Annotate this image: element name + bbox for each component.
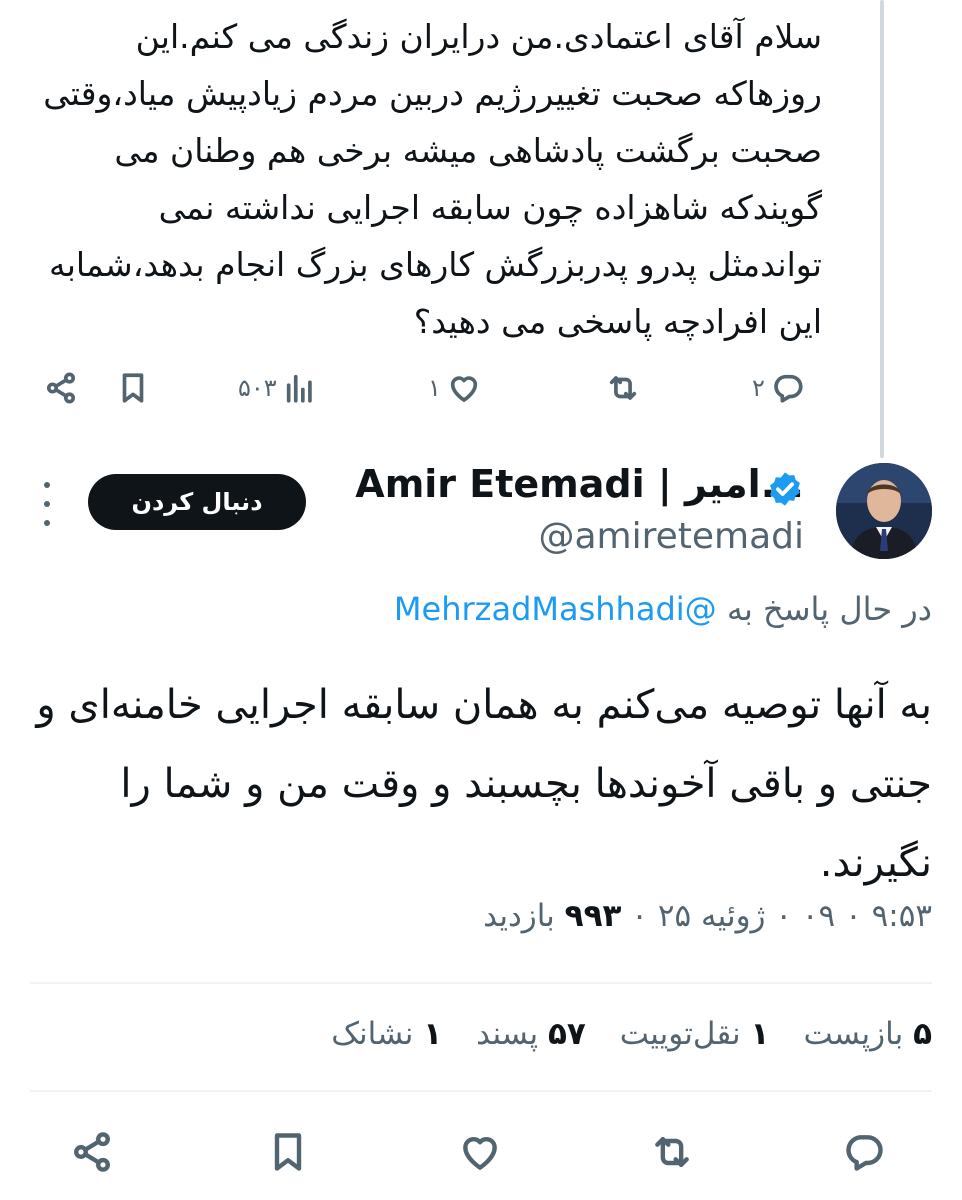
parent-tweet-text: سلام آقای اعتمادی.من درایران زندگی می کن… bbox=[43, 17, 822, 341]
author-display-name[interactable]: Amir Etemadi | امیر... bbox=[355, 462, 804, 506]
reposts-count: ۵ bbox=[913, 1016, 932, 1052]
divider bbox=[30, 1090, 932, 1092]
parent-reply-button[interactable]: ۲ bbox=[752, 364, 805, 412]
bookmark-icon bbox=[274, 1133, 302, 1171]
parent-like-button[interactable]: ۱ bbox=[428, 364, 481, 412]
parent-likes-count: ۱ bbox=[428, 374, 441, 402]
like-button[interactable] bbox=[458, 1128, 502, 1176]
reply-icon bbox=[846, 1135, 883, 1171]
share-button[interactable] bbox=[70, 1128, 114, 1176]
reply-icon bbox=[774, 374, 803, 403]
like-icon bbox=[463, 1137, 497, 1170]
tweet-views-label: بازدید bbox=[483, 898, 555, 934]
reply-button[interactable] bbox=[842, 1128, 886, 1176]
parent-views-button[interactable]: ۵۰۳ bbox=[238, 364, 317, 412]
parent-share-button[interactable] bbox=[44, 364, 78, 412]
reposts-stat[interactable]: ۵ بازپست bbox=[803, 1016, 932, 1052]
parent-views-count: ۵۰۳ bbox=[238, 374, 277, 402]
reposts-label: بازپست bbox=[803, 1016, 904, 1052]
share-icon bbox=[46, 372, 76, 404]
follow-button[interactable]: دنبال کردن bbox=[88, 474, 306, 530]
bookmark-icon bbox=[122, 373, 144, 403]
views-icon bbox=[286, 374, 312, 403]
bookmarks-label: نشانک bbox=[331, 1016, 414, 1052]
tweet-meta: ۹:۵۳ ۰ ۰۹ ۰ ژوئیه ۲۵ ۰ ۹۹۳ بازدید bbox=[483, 898, 932, 934]
repost-button[interactable] bbox=[650, 1128, 694, 1176]
likes-stat[interactable]: ۵۷ پسند bbox=[476, 1016, 586, 1052]
tweet-views-count: ۹۹۳ bbox=[564, 898, 622, 934]
bookmarks-stat[interactable]: ۱ نشانک bbox=[331, 1016, 442, 1052]
author-handle[interactable]: @amiretemadi bbox=[538, 516, 804, 557]
more-icon[interactable] bbox=[40, 482, 54, 526]
repost-icon bbox=[655, 1136, 689, 1168]
avatar[interactable] bbox=[836, 463, 932, 559]
verified-badge-icon bbox=[770, 472, 800, 506]
engagement-stats: ۵ بازپست ۱ نقل‌توییت ۵۷ پسند ۱ نشانک bbox=[331, 1016, 932, 1052]
share-icon bbox=[74, 1132, 110, 1172]
divider bbox=[30, 982, 932, 984]
parent-bookmark-button[interactable] bbox=[116, 364, 150, 412]
likes-count: ۵۷ bbox=[547, 1016, 586, 1052]
avatar-image bbox=[836, 463, 932, 559]
replying-mention-link[interactable]: @MehrzadMashhadi bbox=[394, 590, 717, 628]
thread-connector-line bbox=[880, 0, 884, 458]
parent-repost-button[interactable] bbox=[606, 364, 640, 412]
parent-replies-count: ۲ bbox=[752, 374, 765, 402]
replying-label: در حال پاسخ به bbox=[726, 590, 932, 628]
tweet-timestamp[interactable]: ۹:۵۳ ۰ ۰۹ ۰ ژوئیه ۲۵ ۰ bbox=[631, 898, 932, 934]
replying-to-line: در حال پاسخ به @MehrzadMashhadi bbox=[394, 590, 932, 628]
reply-tweet-text: به آنها توصیه می‌کنم به همان سابقه اجرای… bbox=[36, 682, 932, 886]
likes-label: پسند bbox=[476, 1016, 539, 1052]
bookmark-button[interactable] bbox=[266, 1128, 310, 1176]
quotes-label: نقل‌توییت bbox=[619, 1016, 741, 1052]
repost-icon bbox=[609, 376, 637, 400]
like-icon bbox=[450, 376, 478, 402]
quotes-count: ۱ bbox=[750, 1016, 770, 1052]
quotes-stat[interactable]: ۱ نقل‌توییت bbox=[620, 1016, 770, 1052]
bookmarks-count: ۱ bbox=[423, 1016, 443, 1052]
